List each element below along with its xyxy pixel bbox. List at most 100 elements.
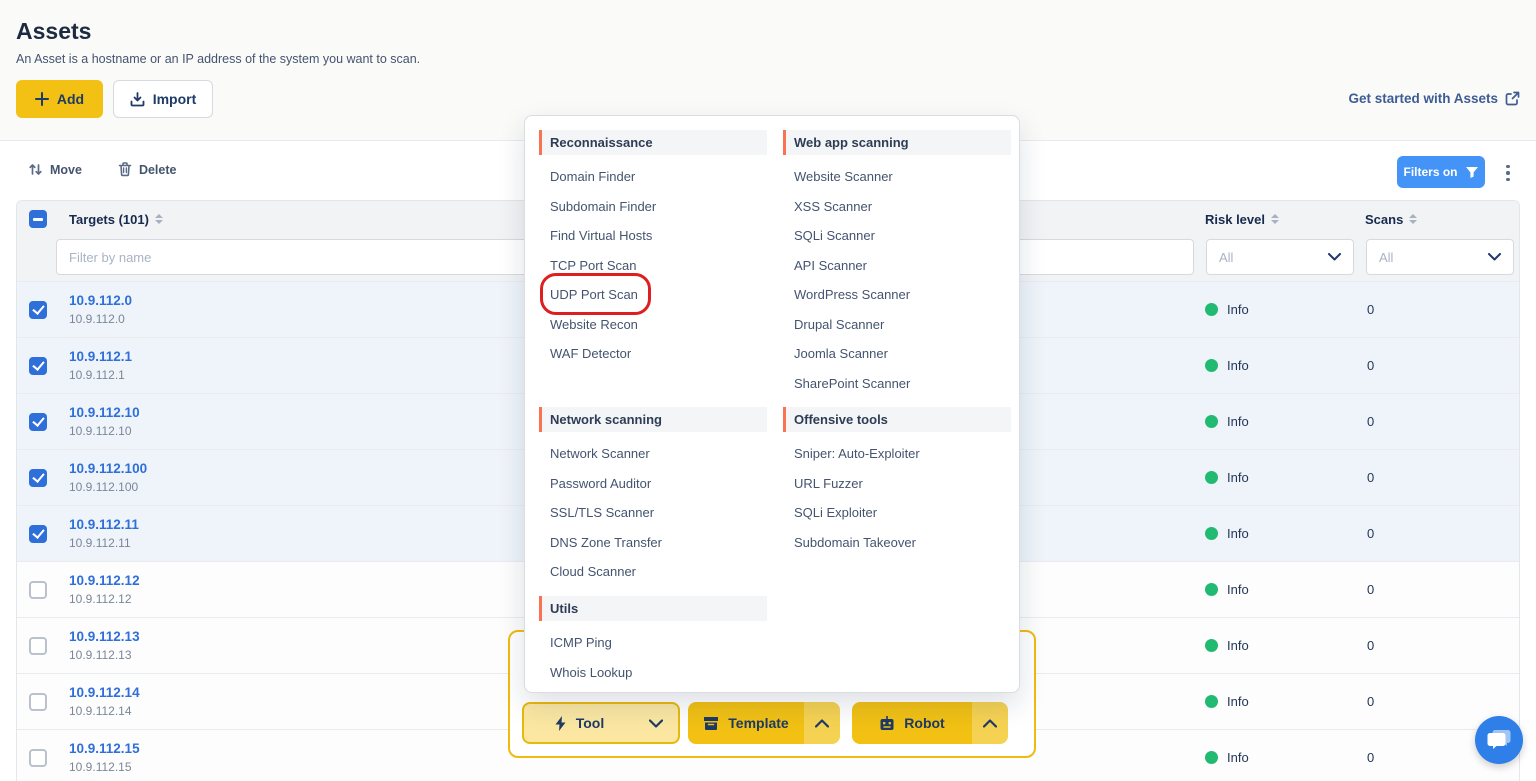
menu-item[interactable]: UDP Port Scan — [539, 280, 767, 310]
menu-section-header: Web app scanning — [783, 130, 1011, 155]
risk-level-column-header[interactable]: Risk level — [1205, 212, 1279, 227]
row-checkbox[interactable] — [29, 469, 47, 487]
menu-item[interactable]: Network Scanner — [539, 439, 767, 469]
scans-filter-select[interactable]: All — [1366, 239, 1514, 275]
menu-item[interactable]: URL Fuzzer — [783, 469, 1011, 499]
row-checkbox[interactable] — [29, 301, 47, 319]
scans-count: 0 — [1367, 414, 1374, 429]
target-name-block: 10.9.112.10 10.9.112.10 — [69, 405, 140, 438]
import-button[interactable]: Import — [113, 80, 213, 118]
sort-icon — [1409, 214, 1417, 224]
menu-item[interactable]: SharePoint Scanner — [783, 369, 1011, 399]
scans-column-header[interactable]: Scans — [1365, 212, 1417, 227]
get-started-link[interactable]: Get started with Assets — [1348, 91, 1520, 106]
target-name-block: 10.9.112.0 10.9.112.0 — [69, 293, 132, 326]
row-checkbox[interactable] — [29, 693, 47, 711]
menu-item[interactable]: Subdomain Finder — [539, 192, 767, 222]
target-link[interactable]: 10.9.112.13 — [69, 629, 140, 644]
risk-dot-icon — [1205, 527, 1218, 540]
target-link[interactable]: 10.9.112.14 — [69, 685, 140, 700]
menu-item-label: SQLi Scanner — [794, 228, 875, 243]
menu-item[interactable]: WAF Detector — [539, 339, 767, 369]
target-link[interactable]: 10.9.112.12 — [69, 573, 140, 588]
risk-dot-icon — [1205, 359, 1218, 372]
target-subtitle: 10.9.112.14 — [69, 704, 140, 718]
get-started-label: Get started with Assets — [1348, 91, 1498, 106]
sort-icon — [155, 214, 163, 224]
scans-count: 0 — [1367, 302, 1374, 317]
menu-item-label: ICMP Ping — [550, 635, 612, 650]
menu-item[interactable]: ICMP Ping — [539, 628, 767, 658]
template-button[interactable]: Template — [688, 702, 840, 744]
menu-item[interactable]: SSL/TLS Scanner — [539, 498, 767, 528]
menu-section-header: Utils — [539, 596, 767, 621]
target-link[interactable]: 10.9.112.1 — [69, 349, 132, 364]
delete-button[interactable]: Delete — [118, 162, 177, 177]
row-checkbox[interactable] — [29, 581, 47, 599]
menu-item[interactable]: Password Auditor — [539, 469, 767, 499]
menu-item[interactable]: Cloud Scanner — [539, 557, 767, 587]
menu-item-label: Sniper: Auto-Exploiter — [794, 446, 920, 461]
menu-item[interactable]: Joomla Scanner — [783, 339, 1011, 369]
targets-column-header[interactable]: Targets (101) — [69, 212, 163, 227]
menu-item[interactable]: Drupal Scanner — [783, 310, 1011, 340]
menu-section: Utils ICMP Ping Whois Lookup — [539, 596, 767, 687]
target-name-block: 10.9.112.1 10.9.112.1 — [69, 349, 132, 382]
risk-dot-icon — [1205, 303, 1218, 316]
target-link[interactable]: 10.9.112.0 — [69, 293, 132, 308]
risk-level-filter-select[interactable]: All — [1206, 239, 1354, 275]
target-link[interactable]: 10.9.112.100 — [69, 461, 147, 476]
add-button[interactable]: Add — [16, 80, 103, 118]
target-link[interactable]: 10.9.112.11 — [69, 517, 139, 532]
menu-item[interactable]: Subdomain Takeover — [783, 528, 1011, 558]
scans-count: 0 — [1367, 470, 1374, 485]
menu-item[interactable]: Website Scanner — [783, 162, 1011, 192]
menu-section-header: Offensive tools — [783, 407, 1011, 432]
menu-item[interactable]: API Scanner — [783, 251, 1011, 281]
row-checkbox[interactable] — [29, 749, 47, 767]
filters-label: Filters on — [1403, 165, 1457, 179]
move-button[interactable]: Move — [28, 162, 82, 177]
target-name-block: 10.9.112.13 10.9.112.13 — [69, 629, 140, 662]
menu-item-label: WordPress Scanner — [794, 287, 910, 302]
select-all-checkbox[interactable] — [29, 210, 47, 228]
target-link[interactable]: 10.9.112.10 — [69, 405, 140, 420]
chat-icon — [1486, 728, 1512, 752]
menu-item[interactable]: SQLi Exploiter — [783, 498, 1011, 528]
risk-label: Info — [1227, 694, 1249, 709]
robot-button[interactable]: Robot — [852, 702, 1008, 744]
risk-badge: Info — [1205, 358, 1249, 373]
target-link[interactable]: 10.9.112.15 — [69, 741, 140, 756]
target-subtitle: 10.9.112.13 — [69, 648, 140, 662]
filters-button[interactable]: Filters on — [1397, 156, 1485, 188]
row-checkbox[interactable] — [29, 637, 47, 655]
scans-count: 0 — [1367, 694, 1374, 709]
menu-item-label: Drupal Scanner — [794, 317, 884, 332]
chevron-down-icon — [634, 704, 678, 742]
menu-item[interactable]: Domain Finder — [539, 162, 767, 192]
tool-button[interactable]: Tool — [522, 702, 680, 744]
move-label: Move — [50, 163, 82, 177]
row-checkbox[interactable] — [29, 357, 47, 375]
menu-item[interactable]: XSS Scanner — [783, 192, 1011, 222]
menu-item[interactable]: DNS Zone Transfer — [539, 528, 767, 558]
menu-item-label: WAF Detector — [550, 346, 631, 361]
risk-label: Info — [1227, 470, 1249, 485]
kebab-menu-button[interactable] — [1500, 160, 1516, 186]
row-checkbox[interactable] — [29, 525, 47, 543]
risk-dot-icon — [1205, 695, 1218, 708]
risk-dot-icon — [1205, 583, 1218, 596]
menu-item[interactable]: Sniper: Auto-Exploiter — [783, 439, 1011, 469]
scans-count: 0 — [1367, 582, 1374, 597]
risk-header-label: Risk level — [1205, 212, 1265, 227]
menu-section: ReconnaissanceDomain FinderSubdomain Fin… — [539, 130, 767, 407]
risk-label: Info — [1227, 750, 1249, 765]
menu-item[interactable]: SQLi Scanner — [783, 221, 1011, 251]
chevron-up-icon — [972, 702, 1008, 744]
page-title: Assets — [16, 18, 91, 45]
row-checkbox[interactable] — [29, 413, 47, 431]
menu-item[interactable]: WordPress Scanner — [783, 280, 1011, 310]
menu-item[interactable]: Whois Lookup — [539, 658, 767, 688]
menu-item[interactable]: Find Virtual Hosts — [539, 221, 767, 251]
chat-widget-button[interactable] — [1475, 716, 1523, 764]
